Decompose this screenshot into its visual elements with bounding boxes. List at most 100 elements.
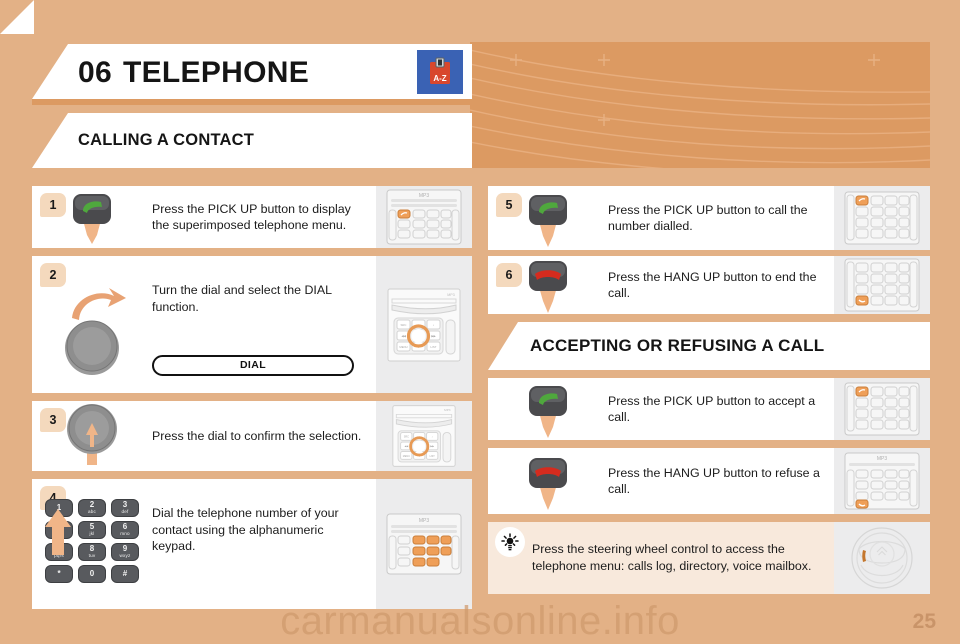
- menu-pill-dial-label: DIAL: [239, 358, 267, 371]
- page-title: TELEPHONE: [122, 56, 310, 89]
- step-thumb-6: [834, 256, 930, 314]
- keypad-letters: wxyz: [119, 552, 131, 558]
- hangup-button-icon-2: [529, 458, 567, 510]
- header-decorative-band: [470, 42, 930, 168]
- directory-az-icon: A-Z: [417, 50, 463, 94]
- step-visual-5: [488, 186, 608, 250]
- step-card-refuse: Press the HANG UP button to refuse a cal…: [488, 448, 930, 514]
- steering-wheel-icon: [851, 527, 913, 589]
- keypad-key-8[interactable]: 8 tuv: [78, 543, 106, 561]
- radio-keypad-hangup-icon: [844, 258, 920, 312]
- step-card-4: 4 1 2abc 3def 4ghi 5jkl 6mno 7pqrs 8tuv …: [32, 479, 472, 609]
- step-card-accept: Press the PICK UP button to accept a cal…: [488, 378, 930, 440]
- step-visual-3: [32, 401, 152, 471]
- keypad-letters: abc: [87, 508, 96, 514]
- step-thumb-refuse: MP3: [834, 448, 930, 514]
- title-underline: [32, 99, 472, 105]
- keypad-key-star[interactable]: *: [45, 565, 73, 583]
- svg-text:A-Z: A-Z: [433, 74, 446, 83]
- step-visual-6: [488, 256, 608, 314]
- radio-dial-unit-icon-2: MP3 SRC ▲ ♪ ◀◀ ▶▶ MENU ▼ LIST: [392, 405, 456, 467]
- section-heading-calling: CALLING A CONTACT: [32, 113, 472, 168]
- step-text-2: Turn the dial and select the DIAL functi…: [152, 256, 376, 393]
- step-text-1: Press the PICK UP button to display the …: [152, 201, 351, 233]
- step-text-6: Press the HANG UP button to end the call…: [608, 269, 817, 301]
- keypad-digit: #: [122, 569, 128, 578]
- svg-text:MP3: MP3: [444, 408, 451, 412]
- svg-text:◀◀: ◀◀: [404, 445, 408, 448]
- keypad-key-5[interactable]: 5 jkl: [78, 521, 106, 539]
- step-text-2-body: Turn the dial and select the DIAL functi…: [152, 283, 332, 314]
- section-label-accepting: ACCEPTING OR REFUSING A CALL: [530, 336, 825, 355]
- step-text-5: Press the PICK UP button to call the num…: [608, 202, 808, 234]
- svg-text:▶▶: ▶▶: [430, 445, 434, 448]
- rotate-dial-icon: [65, 288, 126, 375]
- keypad-key-0[interactable]: 0: [78, 565, 106, 583]
- directory-az-glyph: A-Z: [430, 57, 450, 84]
- section-heading-accepting: ACCEPTING OR REFUSING A CALL: [488, 322, 930, 370]
- radio-keypad-pickup-icon: MP3: [386, 189, 462, 245]
- step-visual-4: 1 2abc 3def 4ghi 5jkl 6mno 7pqrs 8tuv 9w…: [32, 479, 152, 609]
- pickup-button-icon: [73, 194, 111, 244]
- radio-keypad-pickup-icon-2: [844, 191, 920, 245]
- step-visual-refuse: [488, 448, 608, 514]
- pickup-button-icon-3: [529, 386, 567, 438]
- radio-dial-unit-icon: MP3 SRC ▲ ♪ ◀◀ ▶▶ MENU ▼ LIST: [387, 288, 461, 361]
- chapter-number: 06: [78, 56, 112, 89]
- lightbulb-glyph: [501, 533, 519, 551]
- step-text-3: Press the dial to confirm the selection.: [152, 428, 362, 443]
- band-curves: [470, 49, 930, 168]
- pickup-button-icon-2: [529, 195, 567, 247]
- step-visual-1: [32, 186, 152, 248]
- page-number: 25: [912, 610, 936, 633]
- svg-text:MP3: MP3: [419, 518, 430, 524]
- keypad-letters: jkl: [89, 530, 95, 536]
- step-thumb-accept: [834, 378, 930, 440]
- svg-text:SRC: SRC: [404, 436, 409, 439]
- step-card-6: 6 Press the HANG UP button to end the ca…: [488, 256, 930, 314]
- chapter-title-row: 06 TELEPHONE: [78, 50, 468, 96]
- keypad-key-3[interactable]: 3 def: [111, 499, 139, 517]
- radio-keypad-hangup-icon-2: MP3: [844, 452, 920, 510]
- keypad-key-2[interactable]: 2 abc: [78, 499, 106, 517]
- menu-pill-dial[interactable]: DIAL: [152, 355, 354, 376]
- keypad-digit: 0: [89, 569, 95, 578]
- svg-text:MENU: MENU: [403, 455, 410, 458]
- radio-keypad-pickup-icon-3: [844, 382, 920, 436]
- keypad-letters: mno: [120, 530, 130, 536]
- svg-text:MP3: MP3: [447, 293, 454, 297]
- svg-text:LIST: LIST: [431, 345, 437, 349]
- step-card-5: 5 Press the PICK UP button to call the n…: [488, 186, 930, 250]
- press-dial-icon: [67, 404, 117, 465]
- keypad-letters: tuv: [88, 552, 96, 558]
- step-thumb-2: MP3 SRC ▲ ♪ ◀◀ ▶▶ MENU ▼ LIST: [376, 256, 472, 393]
- keypad-letters: def: [121, 508, 129, 514]
- svg-text:LIST: LIST: [430, 455, 436, 458]
- step-thumb-4: MP3: [376, 479, 472, 609]
- keypad-press-arrow-icon: [45, 509, 71, 555]
- step-text-4: Dial the telephone number of your contac…: [152, 506, 339, 553]
- step-visual-2: [32, 256, 152, 393]
- keypad-key-6[interactable]: 6 mno: [111, 521, 139, 539]
- step-card-3: 3 Press the dial to confirm the selectio…: [32, 401, 472, 471]
- step-card-1: 1 Press the PICK UP button to display th…: [32, 186, 472, 248]
- lightbulb-icon: [495, 527, 525, 557]
- tip-icon-wrap: [488, 522, 532, 594]
- keypad-key-9[interactable]: 9 wxyz: [111, 543, 139, 561]
- radio-keypad-numbers-icon: MP3: [386, 513, 462, 575]
- keypad-key-hash[interactable]: #: [111, 565, 139, 583]
- step-thumb-3: MP3 SRC ▲ ♪ ◀◀ ▶▶ MENU ▼ LIST: [376, 401, 472, 471]
- section-label-calling: CALLING A CONTACT: [78, 131, 255, 149]
- tip-thumb: [834, 522, 930, 594]
- svg-text:♪: ♪: [432, 436, 433, 439]
- alphanumeric-keypad: 1 2abc 3def 4ghi 5jkl 6mno 7pqrs 8tuv 9w…: [45, 499, 139, 583]
- svg-text:SRC: SRC: [401, 323, 407, 327]
- step-card-2: 2 Turn the dial and select the DIAL func…: [32, 256, 472, 393]
- svg-text:MP3: MP3: [419, 193, 430, 199]
- svg-text:MENU: MENU: [399, 345, 407, 349]
- tip-panel: Press the steering wheel control to acce…: [488, 522, 930, 594]
- step-text-accept: Press the PICK UP button to accept a cal…: [608, 393, 816, 425]
- step-visual-accept: [488, 378, 608, 440]
- svg-text:MP3: MP3: [877, 456, 888, 462]
- step-thumb-1: MP3: [376, 186, 472, 248]
